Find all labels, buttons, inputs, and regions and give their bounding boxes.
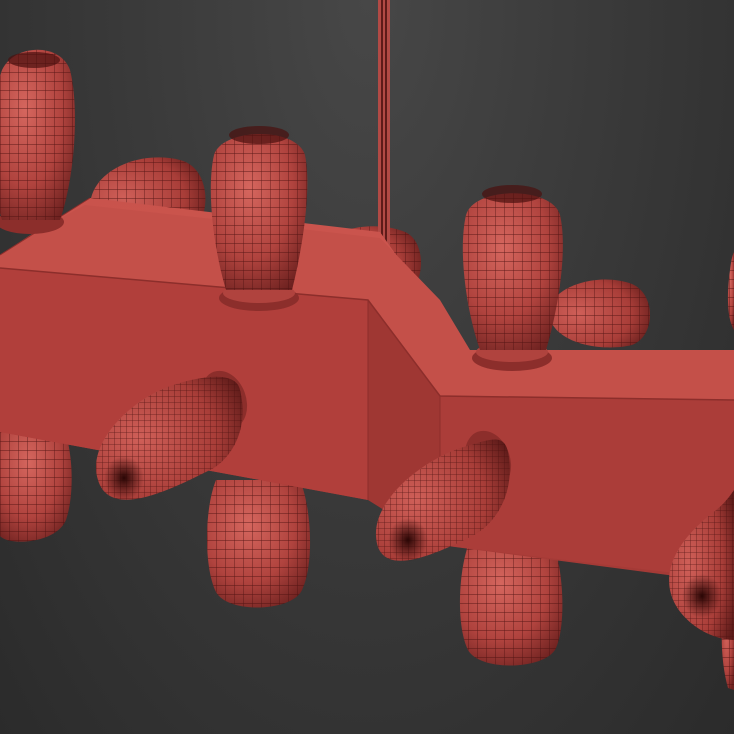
bulb-top-3 — [462, 185, 563, 371]
lamp-bar — [0, 197, 734, 580]
3d-viewport[interactable] — [0, 0, 734, 734]
bulb-top-4 — [727, 252, 734, 330]
bulb-back-3 — [548, 279, 650, 348]
bulb-top-1 — [0, 49, 75, 234]
bulb-bottom-2 — [207, 480, 311, 608]
bulb-top-2 — [210, 126, 308, 311]
scene-render — [0, 0, 734, 690]
